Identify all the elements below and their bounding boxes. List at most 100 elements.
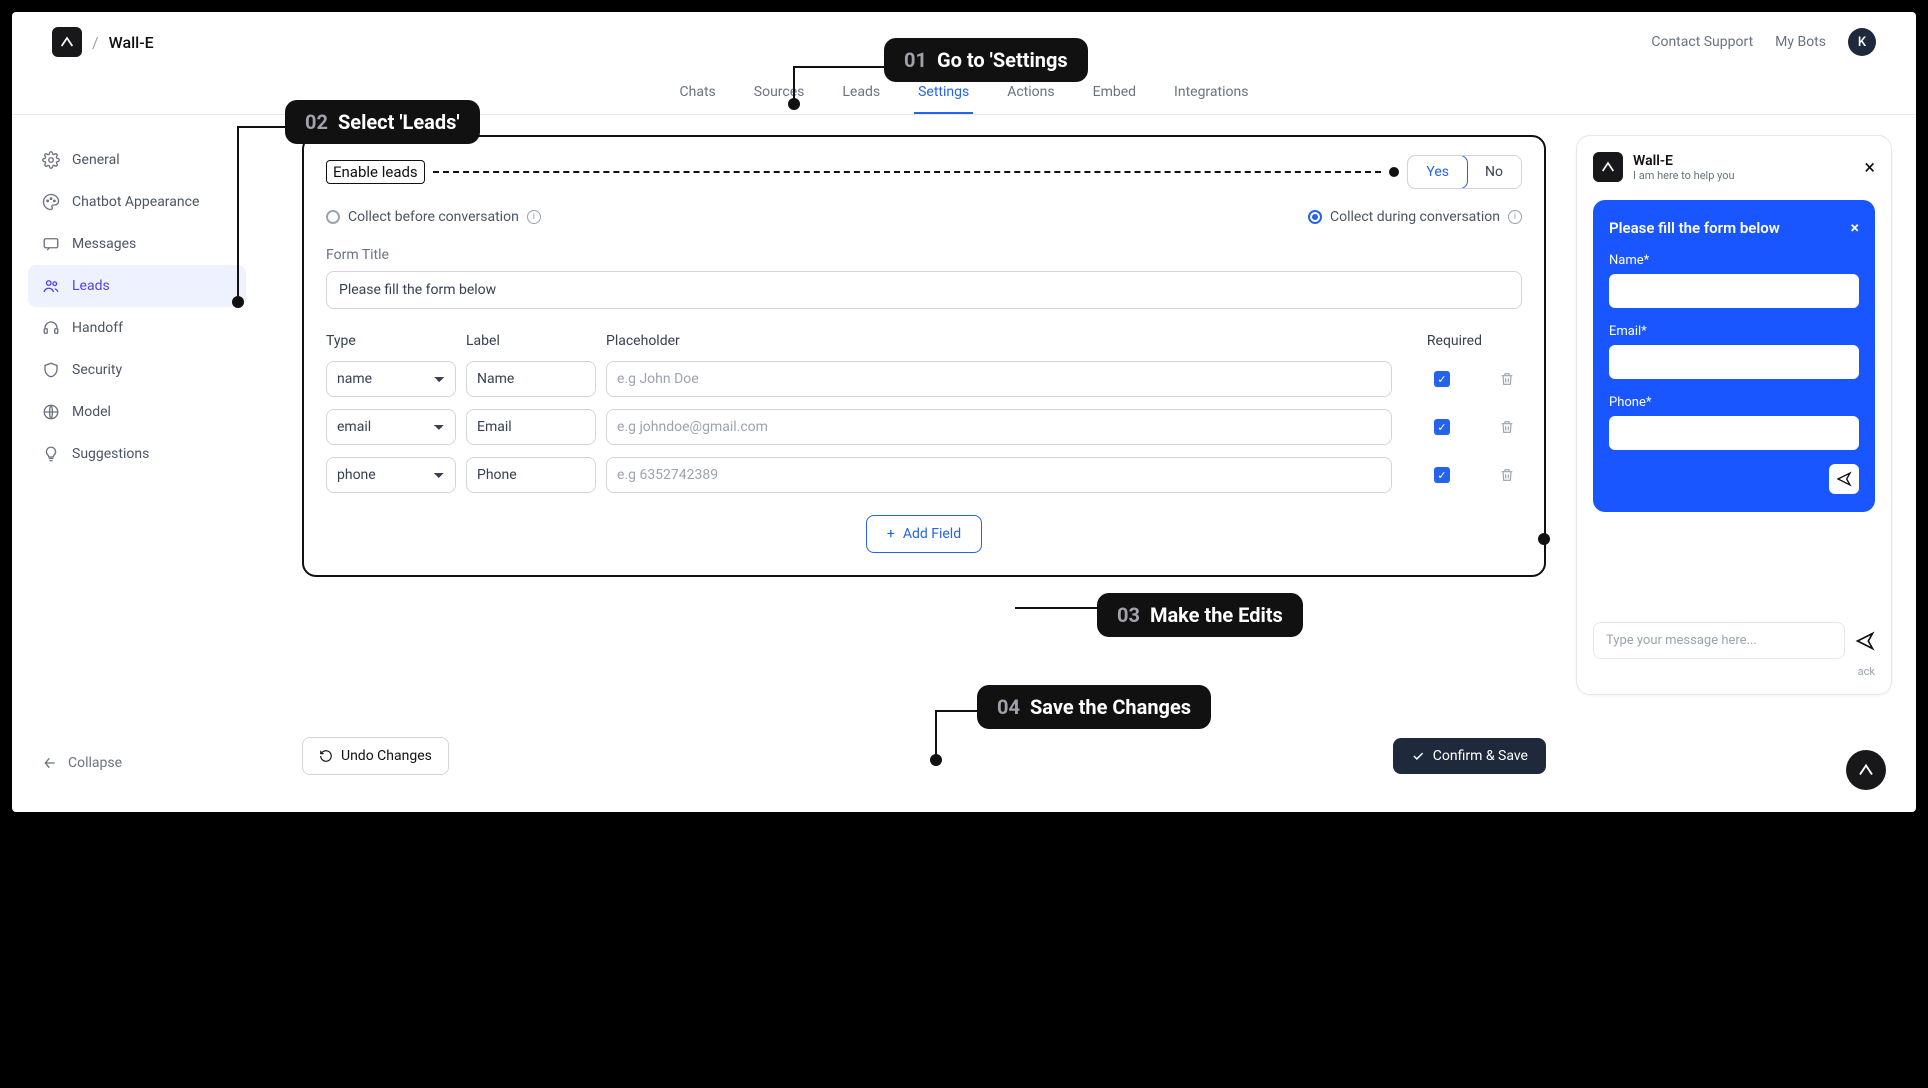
connector-line — [793, 66, 885, 68]
tab-leads[interactable]: Leads — [838, 72, 884, 114]
field-label-input[interactable] — [466, 361, 596, 397]
sidebar-item-label: Chatbot Appearance — [72, 194, 199, 210]
field-required-checkbox[interactable]: ✓ — [1434, 419, 1450, 435]
user-avatar[interactable]: K — [1848, 28, 1876, 56]
undo-label: Undo Changes — [341, 748, 432, 764]
globe-icon — [42, 403, 60, 421]
callout-text: Save the Changes — [1030, 695, 1191, 719]
delete-field-button[interactable] — [1492, 467, 1522, 483]
bubble-title: Please fill the form below — [1609, 219, 1780, 237]
sidebar-item-appearance[interactable]: Chatbot Appearance — [28, 181, 246, 223]
add-field-label: Add Field — [903, 526, 961, 542]
contact-support-link[interactable]: Contact Support — [1651, 34, 1753, 50]
form-title-label: Form Title — [326, 247, 1522, 263]
bubble-phone-input[interactable] — [1609, 416, 1859, 450]
preview-message-input[interactable]: Type your message here... — [1593, 622, 1845, 659]
confirm-save-button[interactable]: Confirm & Save — [1393, 738, 1546, 774]
preview-footer-text: ack — [1593, 665, 1875, 678]
preview-bot-title: Wall-E — [1633, 153, 1735, 169]
field-placeholder-input[interactable] — [606, 361, 1392, 397]
sidebar-item-general[interactable]: General — [28, 139, 246, 181]
tab-chats[interactable]: Chats — [676, 72, 720, 114]
enable-no-button[interactable]: No — [1467, 156, 1521, 188]
chat-icon — [42, 235, 60, 253]
collect-during-radio[interactable]: Collect during conversation i — [1308, 209, 1522, 225]
enable-leads-label: Enable leads — [326, 160, 425, 184]
form-title-input[interactable] — [326, 271, 1522, 309]
col-type-header: Type — [326, 333, 456, 349]
connector-line — [935, 710, 979, 712]
sidebar-item-messages[interactable]: Messages — [28, 223, 246, 265]
connector-line — [935, 710, 937, 758]
chat-preview-panel: Wall-E I am here to help you × Please fi… — [1566, 115, 1916, 805]
callout-step-3: 03 Make the Edits — [1097, 593, 1303, 637]
sidebar-item-suggestions[interactable]: Suggestions — [28, 433, 246, 475]
info-icon[interactable]: i — [1508, 210, 1522, 224]
delete-field-button[interactable] — [1492, 371, 1522, 387]
chat-preview-card: Wall-E I am here to help you × Please fi… — [1576, 135, 1892, 695]
sidebar-item-model[interactable]: Model — [28, 391, 246, 433]
callout-text: Make the Edits — [1150, 603, 1283, 627]
field-required-checkbox[interactable]: ✓ — [1434, 467, 1450, 483]
field-type-select[interactable]: email — [326, 409, 456, 445]
chat-launcher-button[interactable] — [1846, 750, 1886, 790]
lead-form-bubble: Please fill the form below × Name* Email… — [1593, 200, 1875, 512]
connector-dot — [788, 98, 800, 110]
preview-bot-subtitle: I am here to help you — [1633, 169, 1735, 182]
add-field-button[interactable]: + Add Field — [866, 515, 982, 553]
radio-label: Collect during conversation — [1330, 209, 1500, 225]
callout-number: 02 — [305, 110, 328, 134]
field-placeholder-input[interactable] — [606, 409, 1392, 445]
bubble-field-label: Name* — [1609, 253, 1859, 268]
tab-sources[interactable]: Sources — [750, 72, 809, 114]
preview-send-button[interactable] — [1855, 631, 1875, 651]
field-label-input[interactable] — [466, 409, 596, 445]
info-icon[interactable]: i — [527, 210, 541, 224]
collapse-sidebar-button[interactable]: Collapse — [28, 745, 246, 781]
field-type-select[interactable]: name — [326, 361, 456, 397]
callout-step-2: 02 Select 'Leads' — [285, 100, 480, 144]
check-icon — [1411, 749, 1425, 763]
connector-dot — [232, 296, 244, 308]
bulb-icon — [42, 445, 60, 463]
sidebar-item-security[interactable]: Security — [28, 349, 246, 391]
callout-step-1: 01 Go to 'Settings — [884, 38, 1088, 82]
connector-line — [1015, 607, 1099, 609]
sidebar-item-handoff[interactable]: Handoff — [28, 307, 246, 349]
sidebar-item-label: Handoff — [72, 320, 123, 336]
bot-name: Wall-E — [109, 33, 154, 52]
sidebar-item-label: General — [72, 152, 120, 168]
connector-dot — [930, 754, 942, 766]
col-placeholder-header: Placeholder — [606, 333, 1392, 349]
gear-icon — [42, 151, 60, 169]
field-placeholder-input[interactable] — [606, 457, 1392, 493]
undo-changes-button[interactable]: Undo Changes — [302, 737, 449, 775]
radio-icon — [326, 210, 340, 224]
col-label-header: Label — [466, 333, 596, 349]
bubble-close-button[interactable]: × — [1851, 218, 1860, 237]
preview-close-button[interactable]: × — [1864, 155, 1875, 179]
confirm-label: Confirm & Save — [1433, 748, 1528, 764]
settings-sidebar: General Chatbot Appearance Messages Lead… — [12, 115, 262, 805]
sidebar-item-leads[interactable]: Leads — [28, 265, 246, 307]
field-required-checkbox[interactable]: ✓ — [1434, 371, 1450, 387]
shield-icon — [42, 361, 60, 379]
tab-embed[interactable]: Embed — [1089, 72, 1140, 114]
connector-line — [237, 126, 287, 128]
radio-label: Collect before conversation — [348, 209, 519, 225]
radio-icon — [1308, 210, 1322, 224]
connector-line — [237, 126, 239, 301]
app-logo-icon — [52, 27, 82, 57]
bubble-send-button[interactable] — [1829, 464, 1859, 494]
callout-text: Select 'Leads' — [338, 110, 460, 134]
preview-logo-icon — [1593, 152, 1623, 182]
my-bots-link[interactable]: My Bots — [1775, 34, 1826, 50]
collect-before-radio[interactable]: Collect before conversation i — [326, 209, 541, 225]
enable-yes-button[interactable]: Yes — [1407, 155, 1468, 189]
bubble-name-input[interactable] — [1609, 274, 1859, 308]
bubble-email-input[interactable] — [1609, 345, 1859, 379]
field-label-input[interactable] — [466, 457, 596, 493]
tab-integrations[interactable]: Integrations — [1170, 72, 1252, 114]
field-type-select[interactable]: phone — [326, 457, 456, 493]
delete-field-button[interactable] — [1492, 419, 1522, 435]
